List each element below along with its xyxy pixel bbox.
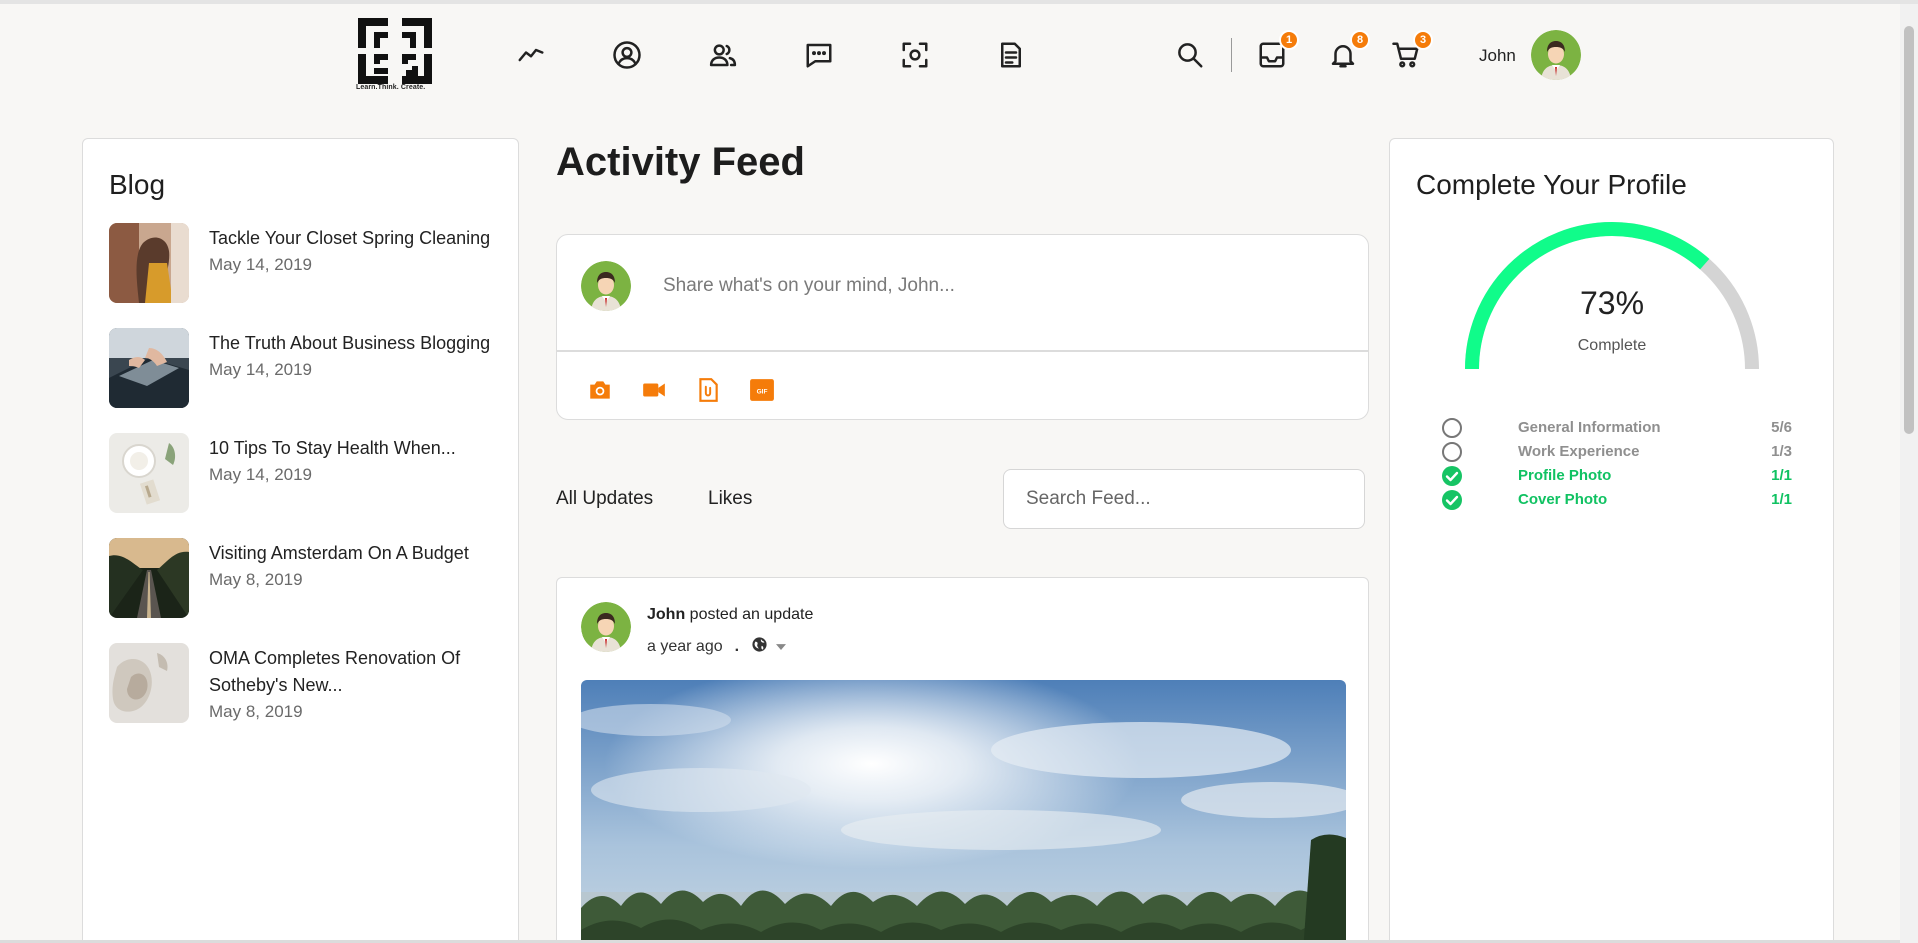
notifications-icon[interactable]: 8 [1326, 30, 1370, 72]
blog-item-date: May 8, 2019 [209, 570, 303, 589]
post-action: posted an update [689, 606, 814, 623]
search-feed-input[interactable]: Search Feed... [1003, 469, 1365, 529]
profile-completion-title: Complete Your Profile [1416, 169, 1687, 200]
blog-title: Blog [109, 169, 166, 200]
page-title: Activity Feed [556, 140, 805, 184]
unchecked-circle-icon [1442, 442, 1462, 462]
search-icon[interactable] [1173, 38, 1207, 72]
blog-item-title[interactable]: The Truth About Business Blogging [209, 330, 490, 357]
profile-complete-label: Complete [1577, 337, 1647, 354]
check-circle-icon [1442, 466, 1462, 486]
unchecked-circle-icon [1442, 418, 1462, 438]
blog-thumbnail [109, 433, 189, 513]
profile-icon[interactable] [610, 38, 644, 72]
profile-step-count: 1/3 [1771, 443, 1792, 460]
header-divider [1231, 38, 1232, 72]
profile-progress-gauge: 73% Complete [1462, 219, 1762, 399]
composer-input[interactable]: Share what's on your mind, John... [663, 275, 955, 297]
inbox-icon[interactable]: 1 [1255, 30, 1299, 72]
post-author[interactable]: John [647, 606, 685, 623]
post-header: John posted an update [647, 606, 813, 624]
blog-thumbnail [109, 538, 189, 618]
attachment-icon[interactable] [693, 375, 723, 405]
blog-item[interactable]: Tackle Your Closet Spring Cleaning May 1… [109, 223, 509, 303]
blog-item-date: May 14, 2019 [209, 255, 313, 274]
blog-item-title[interactable]: Visiting Amsterdam On A Budget [209, 540, 469, 567]
svg-text:GIF: GIF [757, 388, 768, 395]
logo-tagline: Learn.Think. Create. [356, 84, 426, 91]
profile-step-count: 1/1 [1771, 491, 1792, 508]
documents-icon[interactable] [994, 38, 1028, 72]
profile-percent: 73% [1579, 285, 1645, 321]
members-icon[interactable] [706, 38, 740, 72]
composer-avatar [581, 261, 631, 311]
blog-item[interactable]: OMA Completes Renovation Of Sotheby's Ne… [109, 643, 509, 723]
tab-likes[interactable]: Likes [708, 488, 752, 510]
blog-item[interactable]: Visiting Amsterdam On A Budget May 8, 20… [109, 538, 509, 618]
messages-icon[interactable] [802, 38, 836, 72]
site-header: Learn.Think. Create. 1 8 3 John [0, 4, 1900, 102]
user-name[interactable]: John [1479, 46, 1516, 66]
post-meta: a year ago . [647, 636, 787, 658]
inbox-badge: 1 [1279, 30, 1299, 50]
profile-completion-widget: Complete Your Profile 73% Complete Gener… [1389, 138, 1834, 943]
blog-thumbnail [109, 223, 189, 303]
post-time[interactable]: a year ago [647, 638, 723, 656]
cart-badge: 3 [1413, 30, 1433, 50]
blog-item[interactable]: The Truth About Business Blogging May 14… [109, 328, 509, 408]
post-image[interactable] [581, 680, 1346, 943]
profile-step-count: 1/1 [1771, 467, 1792, 484]
blog-thumbnail [109, 328, 189, 408]
blog-item-title[interactable]: OMA Completes Renovation Of Sotheby's Ne… [209, 645, 509, 699]
video-icon[interactable] [639, 375, 669, 405]
profile-step-label: Cover Photo [1518, 491, 1608, 508]
page-scrollbar[interactable] [1900, 4, 1918, 943]
profile-step-label: Work Experience [1518, 443, 1640, 460]
profile-step-row[interactable]: Profile Photo 1/1 [1442, 465, 1792, 487]
blog-thumbnail [109, 643, 189, 723]
blog-item-title[interactable]: 10 Tips To Stay Health When... [209, 435, 456, 462]
chevron-down-icon[interactable] [776, 638, 787, 656]
profile-step-row[interactable]: General Information 5/6 [1442, 417, 1792, 439]
gif-icon[interactable]: GIF [747, 375, 777, 405]
blog-widget: Blog Tackle Your Closet Spring Cleaning … [82, 138, 519, 943]
post-composer: Share what's on your mind, John... GIF [556, 234, 1369, 420]
composer-divider [557, 350, 1368, 352]
logo-mark [358, 18, 432, 84]
post-meta-separator: . [734, 638, 740, 655]
profile-step-row[interactable]: Cover Photo 1/1 [1442, 489, 1792, 511]
tab-all-updates[interactable]: All Updates [556, 488, 653, 510]
cart-icon[interactable]: 3 [1389, 30, 1433, 72]
blog-item-date: May 14, 2019 [209, 465, 313, 484]
scrollbar-thumb[interactable] [1904, 26, 1914, 434]
profile-step-count: 5/6 [1771, 419, 1792, 436]
profile-step-row[interactable]: Work Experience 1/3 [1442, 441, 1792, 463]
activity-post: John posted an update a year ago . [556, 577, 1369, 943]
post-avatar[interactable] [581, 602, 631, 652]
blog-item[interactable]: 10 Tips To Stay Health When... May 14, 2… [109, 433, 509, 513]
profile-step-label: General Information [1518, 419, 1661, 436]
site-logo[interactable]: Learn.Think. Create. [356, 18, 434, 96]
camera-icon[interactable] [585, 375, 615, 405]
profile-step-label: Profile Photo [1518, 467, 1612, 484]
blog-item-title[interactable]: Tackle Your Closet Spring Cleaning [209, 225, 490, 252]
activity-icon[interactable] [514, 38, 548, 72]
blog-item-date: May 14, 2019 [209, 360, 313, 379]
globe-icon[interactable] [751, 636, 768, 658]
check-circle-icon [1442, 490, 1462, 510]
photos-icon[interactable] [898, 38, 932, 72]
user-avatar[interactable] [1531, 30, 1581, 80]
blog-item-date: May 8, 2019 [209, 702, 303, 721]
notifications-badge: 8 [1350, 30, 1370, 50]
